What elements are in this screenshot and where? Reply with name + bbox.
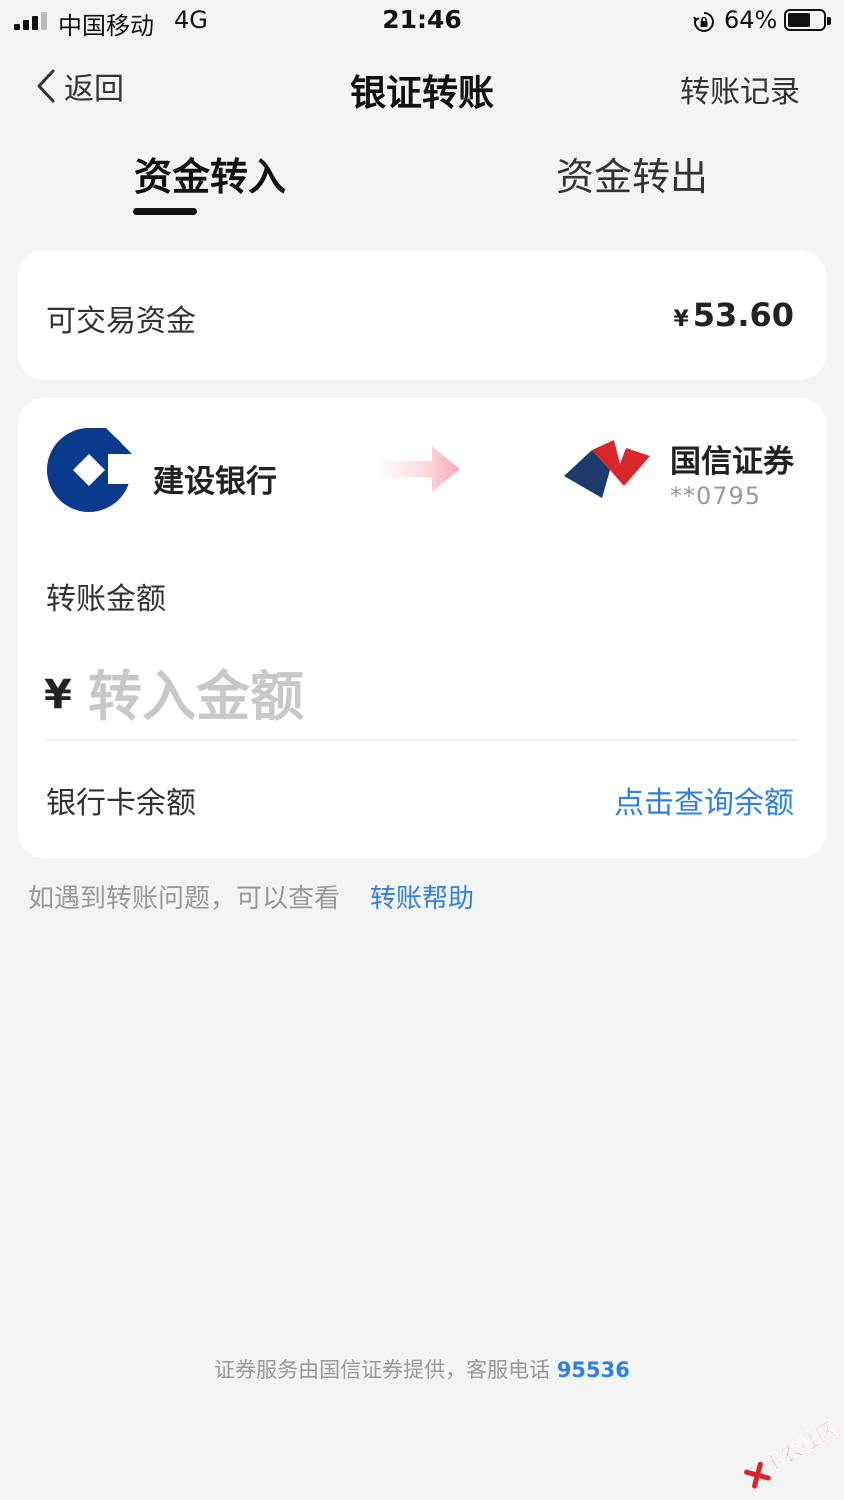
tab-transfer-in[interactable]: 资金转入 (134, 146, 286, 201)
back-button[interactable]: 返回 (34, 66, 124, 107)
orientation-lock-icon (693, 12, 714, 32)
help-text: 如遇到转账问题，可以查看 (28, 884, 341, 914)
card-balance-label: 银行卡余额 (46, 786, 196, 821)
active-tab-indicator (133, 208, 197, 215)
transfer-help-link[interactable]: 转账帮助 (370, 878, 474, 915)
available-funds-card: 可交易资金 ¥ 53.60 (18, 250, 826, 380)
arrow-right-icon (380, 446, 460, 492)
footer-disclaimer: 证券服务由国信证券提供，客服电话 95536 (0, 1354, 844, 1384)
nav-bar: 返回 银证转账 转账记录 (0, 50, 844, 122)
status-bar: 中国移动 4G 21:46 64% (0, 0, 844, 44)
query-balance-link[interactable]: 点击查询余额 (614, 778, 794, 822)
transfer-amount-input[interactable] (88, 656, 788, 736)
amount-currency-symbol: ¥ (44, 672, 72, 718)
battery-icon (784, 9, 831, 31)
ccb-bank-logo-icon (47, 428, 132, 512)
available-funds-value: ¥ 53.60 (673, 296, 794, 334)
battery-percent: 64% (724, 6, 778, 34)
transfer-records-button[interactable]: 转账记录 (680, 67, 800, 111)
carrier-label: 中国移动 (58, 12, 154, 40)
network-type: 4G (174, 6, 208, 34)
watermark: 卡农社区 (731, 1404, 844, 1500)
guosen-broker-logo-icon (564, 440, 650, 498)
tab-bar: 资金转入 资金转出 (0, 140, 844, 220)
service-phone-link[interactable]: 95536 (557, 1358, 630, 1382)
back-label: 返回 (64, 72, 124, 107)
available-funds-label: 可交易资金 (46, 304, 196, 339)
account-number: **0795 (670, 482, 762, 510)
watermark-text: 卡农社区 (759, 1416, 841, 1478)
broker-name: 国信证券 (670, 444, 794, 480)
divider (46, 739, 798, 741)
tab-transfer-out[interactable]: 资金转出 (556, 146, 708, 201)
bank-name: 建设银行 (153, 464, 277, 500)
signal-icon (14, 12, 50, 30)
footer-text: 证券服务由国信证券提供，客服电话 (214, 1358, 551, 1382)
currency-symbol: ¥ (673, 307, 689, 332)
transfer-card: 建设银行 国信证券 **0795 转账金额 ¥ 银行卡余额 点击查询余额 (18, 398, 826, 858)
transfer-amount-label: 转账金额 (46, 582, 166, 617)
available-funds-amount: 53.60 (692, 296, 794, 334)
chevron-left-icon (37, 69, 55, 103)
